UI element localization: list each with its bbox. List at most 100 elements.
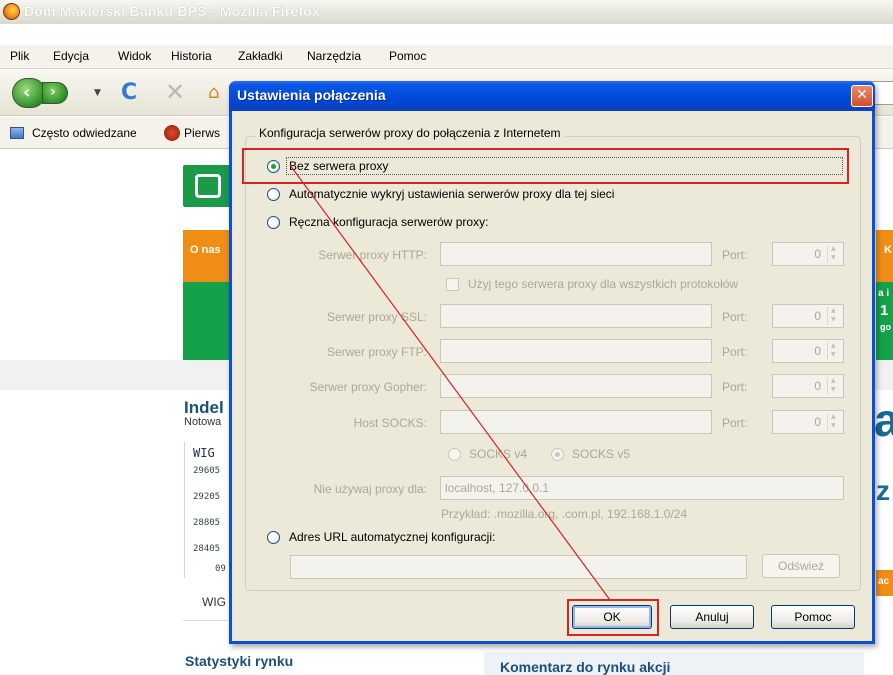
label-auto-detect[interactable]: Automatycznie wykryj ustawienia serwerów… <box>289 187 614 201</box>
label-manual-proxy[interactable]: Ręczna konfiguracja serwerów proxy: <box>289 215 488 229</box>
radio-auto-detect[interactable] <box>267 188 280 201</box>
ftp-port-input[interactable]: 0 <box>772 339 844 363</box>
no-proxy-for-label: Nie używaj proxy dla: <box>313 482 427 496</box>
socks-port-spinner-icon[interactable] <box>827 413 841 431</box>
http-proxy-label: Serwer proxy HTTP: <box>318 248 427 262</box>
ftp-proxy-label: Serwer proxy FTP: <box>326 345 427 359</box>
label-no-proxy[interactable]: Bez serwera proxy <box>289 159 388 173</box>
right-banner-text: K <box>884 244 892 256</box>
wig-chart-area <box>184 442 232 578</box>
chart-tick: 28405 <box>193 544 221 554</box>
right-big-letter-a: a <box>874 394 893 446</box>
ssl-proxy-label: Serwer proxy SSL: <box>326 310 427 324</box>
right-big-letter-z: z <box>876 475 890 506</box>
socks-host-input[interactable] <box>440 410 712 434</box>
label-socks-v5[interactable]: SOCKS v5 <box>572 447 630 461</box>
back-forward-group: ‹ › <box>12 78 90 108</box>
socks-port-label: Port: <box>722 416 748 430</box>
use-all-protocols-checkbox[interactable] <box>446 278 459 291</box>
browser-menubar: Plik Edycja Widok Historia Zakładki Narz… <box>0 45 893 69</box>
right-green-text-2: 1 <box>880 302 889 319</box>
gopher-port-input[interactable]: 0 <box>772 374 844 398</box>
right-orange-button[interactable]: ac <box>876 570 893 596</box>
chart-tick: 09 <box>215 564 226 574</box>
menu-widok[interactable]: Widok <box>118 49 151 63</box>
komentarz-heading: Komentarz do rynku akcji <box>500 659 671 675</box>
no-proxy-example: Przykład: .mozilla.org, .com.pl, 192.168… <box>441 507 688 521</box>
radio-auto-config-url[interactable] <box>267 531 280 544</box>
ssl-port-label: Port: <box>722 310 748 324</box>
menu-edycja[interactable]: Edycja <box>53 49 89 63</box>
socks-port-input[interactable]: 0 <box>772 410 844 434</box>
no-proxy-for-input[interactable]: localhost, 127.0.0.1 <box>440 476 844 500</box>
notowania-label: Notowa <box>184 416 222 428</box>
gopher-port-value: 0 <box>814 379 821 393</box>
back-arrow-icon: ‹ <box>23 82 31 103</box>
gopher-port-spinner-icon[interactable] <box>827 377 841 395</box>
http-port-spinner-icon[interactable] <box>827 245 841 263</box>
cancel-button[interactable]: Anuluj <box>670 605 754 629</box>
window-title: Dom Maklerski Banku BPS - Mozilla Firefo… <box>24 3 321 19</box>
socks-port-value: 0 <box>814 415 821 429</box>
http-proxy-input[interactable] <box>440 242 712 266</box>
stop-icon[interactable]: ✕ <box>165 78 185 106</box>
radio-manual-proxy[interactable] <box>267 216 280 229</box>
chart-tick: 29205 <box>193 492 221 502</box>
help-button[interactable]: Pomoc <box>771 605 855 629</box>
menu-plik[interactable]: Plik <box>10 49 29 63</box>
dialog-titlebar: Ustawienia połączenia ✕ <box>229 81 875 111</box>
http-port-input[interactable]: 0 <box>772 242 844 266</box>
menu-historia[interactable]: Historia <box>171 49 212 63</box>
back-button[interactable]: ‹ <box>12 78 46 108</box>
ssl-proxy-input[interactable] <box>440 304 712 328</box>
proxy-config-legend: Konfiguracja serwerów proxy do połączeni… <box>255 126 565 140</box>
ftp-proxy-input[interactable] <box>440 339 712 363</box>
forward-button[interactable]: › <box>42 82 68 104</box>
browser-titlebar: Dom Maklerski Banku BPS - Mozilla Firefo… <box>0 0 893 24</box>
dialog-close-button[interactable]: ✕ <box>851 85 873 107</box>
chart-tick: 28805 <box>193 518 221 528</box>
nav-banner-orange <box>183 230 231 282</box>
dialog-title: Ustawienia połączenia <box>237 87 386 103</box>
gopher-proxy-input[interactable] <box>440 374 712 398</box>
radio-no-proxy[interactable] <box>267 160 280 173</box>
menu-zakladki[interactable]: Zakładki <box>238 49 283 63</box>
history-dropdown-icon[interactable]: ▼ <box>94 88 101 98</box>
wig-chart-title: WIG <box>193 446 215 460</box>
ftp-port-label: Port: <box>722 345 748 359</box>
divider <box>183 620 231 621</box>
ftp-port-value: 0 <box>814 344 821 358</box>
ssl-port-value: 0 <box>814 309 821 323</box>
socks-host-label: Host SOCKS: <box>353 416 427 430</box>
menu-narzedzia[interactable]: Narzędzia <box>307 49 361 63</box>
right-green-text-3: go <box>880 322 891 332</box>
radio-socks-v5[interactable] <box>551 448 564 461</box>
bookmark-czesto-odwiedzane[interactable]: Często odwiedzane <box>32 126 137 140</box>
chart-tick: 29605 <box>193 466 221 476</box>
auto-config-url-input[interactable] <box>290 555 747 579</box>
reload-pac-button[interactable]: Odśwież <box>762 554 840 578</box>
http-port-label: Port: <box>722 248 748 262</box>
ok-button[interactable]: OK <box>572 605 652 629</box>
use-all-protocols-label[interactable]: Użyj tego serwera proxy dla wszystkich p… <box>468 277 738 291</box>
promo-banner-green <box>183 282 231 360</box>
reload-icon[interactable]: C <box>121 80 137 105</box>
wig-tab[interactable]: WIG <box>202 595 226 609</box>
proxy-config-group <box>245 136 861 591</box>
nav-o-nas[interactable]: O nas <box>190 244 221 256</box>
bookmark-folder-icon <box>10 127 24 139</box>
label-auto-config-url[interactable]: Adres URL automatycznej konfiguracji: <box>289 530 495 544</box>
http-port-value: 0 <box>814 247 821 261</box>
radio-socks-v4[interactable] <box>448 448 461 461</box>
bookmark-favicon-icon <box>164 125 180 141</box>
forward-arrow-icon: › <box>50 84 56 100</box>
home-icon[interactable]: ⌂ <box>208 82 219 103</box>
bookmark-pierwsze[interactable]: Pierws <box>184 126 220 140</box>
ssl-port-spinner-icon[interactable] <box>827 307 841 325</box>
site-logo[interactable] <box>183 165 231 207</box>
ssl-port-input[interactable]: 0 <box>772 304 844 328</box>
label-socks-v4[interactable]: SOCKS v4 <box>469 447 527 461</box>
menu-pomoc[interactable]: Pomoc <box>389 49 426 63</box>
ftp-port-spinner-icon[interactable] <box>827 342 841 360</box>
indeks-heading: Indel <box>184 398 224 417</box>
